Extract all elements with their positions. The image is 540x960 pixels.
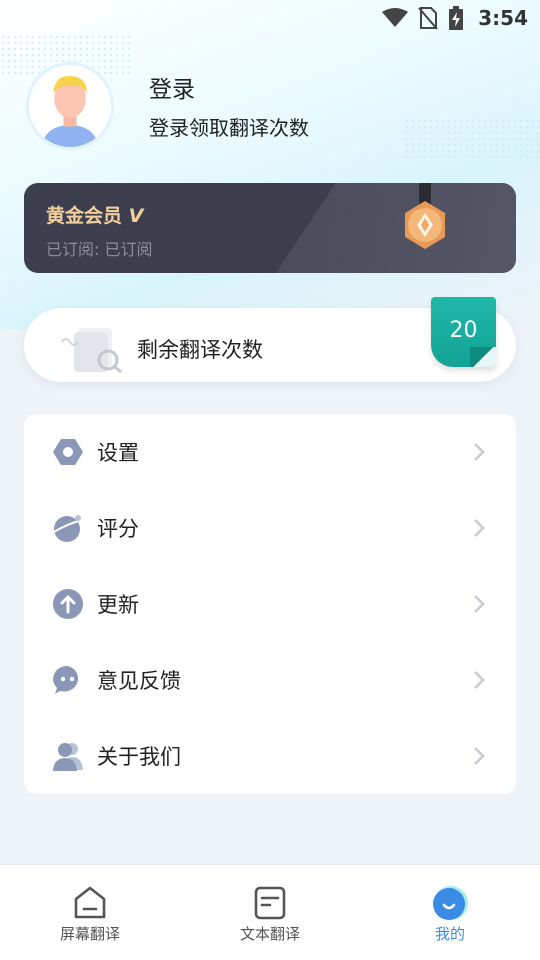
feedback-chat-icon bbox=[53, 665, 79, 694]
nav-label: 我的 bbox=[434, 925, 465, 943]
menu-item-label: 评分 bbox=[97, 517, 139, 541]
menu-item-label: 意见反馈 bbox=[97, 669, 181, 693]
wifi-icon bbox=[382, 8, 409, 27]
bottom-nav: 屏幕翻译 文本翻译 我的 bbox=[0, 864, 540, 960]
nav-tab-my[interactable]: 我的 bbox=[360, 865, 540, 960]
menu-item-label: 关于我们 bbox=[97, 745, 181, 769]
login-subtitle: 登录领取翻译次数 bbox=[149, 116, 309, 140]
menu-item-label: 更新 bbox=[97, 593, 139, 617]
nav-label: 文本翻译 bbox=[239, 925, 300, 943]
text-translate-icon bbox=[254, 886, 286, 920]
avatar[interactable] bbox=[26, 62, 114, 150]
status-bar: 3:54 bbox=[0, 0, 540, 36]
chevron-right-icon bbox=[474, 519, 485, 537]
medal-icon bbox=[405, 183, 445, 249]
vip-subscription-status: 已订阅: 已订阅 bbox=[46, 240, 153, 259]
nav-tab-text-translate[interactable]: 文本翻译 bbox=[180, 865, 360, 960]
menu-item-about[interactable]: 关于我们 bbox=[24, 718, 516, 794]
avatar-person-icon bbox=[29, 65, 111, 147]
vip-badge: V bbox=[128, 205, 144, 227]
no-sim-icon bbox=[418, 7, 439, 30]
remaining-count-label: 剩余翻译次数 bbox=[137, 338, 263, 362]
document-search-icon bbox=[61, 328, 122, 374]
chevron-right-icon bbox=[474, 443, 485, 461]
login-title[interactable]: 登录 bbox=[149, 70, 195, 104]
menu-item-rating[interactable]: 评分 bbox=[24, 490, 516, 566]
menu-item-update[interactable]: 更新 bbox=[24, 566, 516, 642]
battery-charging-icon bbox=[449, 6, 464, 30]
screen-translate-icon bbox=[74, 886, 106, 919]
menu-item-label: 设置 bbox=[97, 441, 139, 465]
rating-planet-icon bbox=[53, 515, 83, 542]
my-profile-icon bbox=[433, 886, 468, 920]
vip-title: 黄金会员 V bbox=[46, 201, 143, 228]
status-time: 3:54 bbox=[478, 6, 528, 30]
settings-icon bbox=[53, 439, 83, 465]
menu-item-feedback[interactable]: 意见反馈 bbox=[24, 642, 516, 718]
nav-tab-screen-translate[interactable]: 屏幕翻译 bbox=[0, 865, 180, 960]
settings-menu: 设置 评分 更新 意见反馈 关于我们 bbox=[24, 414, 516, 794]
menu-item-settings[interactable]: 设置 bbox=[24, 414, 516, 490]
remaining-count-value: 20 bbox=[449, 317, 478, 343]
chevron-right-icon bbox=[474, 747, 485, 765]
update-arrow-icon bbox=[53, 589, 83, 619]
nav-label: 屏幕翻译 bbox=[59, 925, 120, 943]
chevron-right-icon bbox=[474, 595, 485, 613]
about-users-icon bbox=[53, 743, 83, 771]
vip-title-label: 黄金会员 bbox=[46, 205, 123, 227]
remaining-count-badge: 20 bbox=[431, 297, 496, 367]
chevron-right-icon bbox=[474, 671, 485, 689]
decor-dots bbox=[404, 118, 540, 160]
